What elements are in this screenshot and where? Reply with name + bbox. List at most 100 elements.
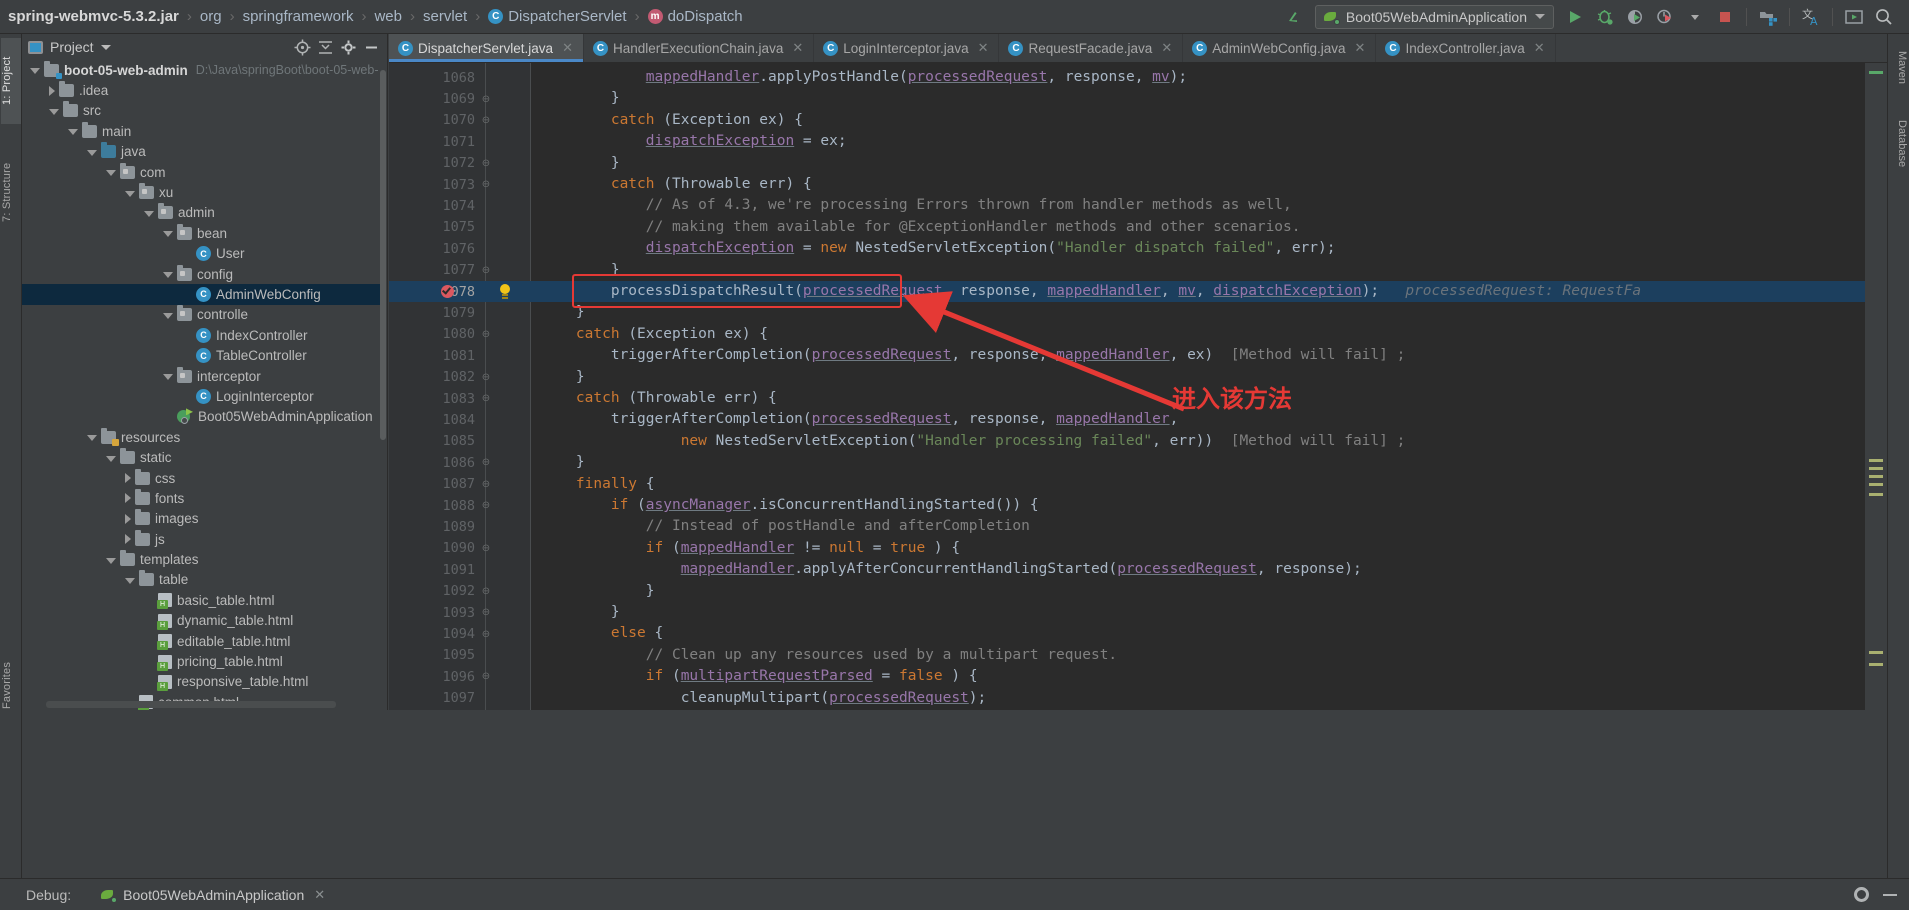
code-line[interactable]: }: [531, 581, 1887, 602]
code-line[interactable]: dispatchException = ex;: [531, 131, 1887, 152]
chevron-down-icon[interactable]: [30, 68, 40, 75]
jump-to-source-icon[interactable]: [1281, 4, 1307, 30]
gutter-row[interactable]: 1070 ⊖: [389, 110, 531, 131]
code-line[interactable]: if (multipartRequestParsed = false ) {: [531, 666, 1887, 687]
tree-node[interactable]: boot-05-web-admin D:\Java\springBoot\boot…: [22, 60, 383, 80]
code-line[interactable]: cleanupMultipart(processedRequest);: [531, 688, 1887, 709]
code-line[interactable]: catch (Exception ex) {: [531, 110, 1887, 131]
code-line[interactable]: if (mappedHandler != null = true ) {: [531, 538, 1887, 559]
run-icon[interactable]: [1562, 4, 1588, 30]
gutter-row[interactable]: 1075: [389, 217, 531, 238]
code-line[interactable]: dispatchException = new NestedServletExc…: [531, 238, 1887, 259]
project-tree-hscrollbar[interactable]: [46, 701, 336, 708]
close-icon[interactable]: ✕: [792, 40, 803, 56]
search-everywhere-icon[interactable]: [1871, 4, 1897, 30]
tree-node[interactable]: responsive_table.html: [22, 672, 383, 692]
locate-icon[interactable]: [292, 37, 312, 57]
tree-node[interactable]: C AdminWebConfig: [22, 284, 383, 305]
tree-node[interactable]: table: [22, 570, 383, 590]
fold-marker[interactable]: ⊖: [480, 671, 492, 682]
run-configuration-selector[interactable]: Boot05WebAdminApplication: [1314, 4, 1554, 29]
gutter-row[interactable]: 1085: [389, 431, 531, 452]
chevron-down-icon[interactable]: [100, 44, 111, 50]
gutter-row[interactable]: 1071: [389, 131, 531, 152]
breadcrumb-item[interactable]: servlet: [423, 8, 467, 25]
gutter-row[interactable]: 1083 ⊖: [389, 388, 531, 409]
chevron-down-icon[interactable]: [125, 577, 135, 584]
gutter-row[interactable]: 1072 ⊖: [389, 153, 531, 174]
collapse-all-icon[interactable]: [315, 37, 335, 57]
fold-marker[interactable]: ⊖: [480, 115, 492, 126]
code-line[interactable]: // making them available for @ExceptionH…: [531, 217, 1887, 238]
tree-node[interactable]: Boot05WebAdminApplication: [22, 407, 383, 427]
editor-tab[interactable]: C RequestFacade.java ✕: [999, 34, 1184, 62]
gutter-row[interactable]: 1091: [389, 559, 531, 580]
tree-node[interactable]: pricing_table.html: [22, 651, 383, 671]
chevron-down-icon[interactable]: [163, 272, 173, 279]
tree-node[interactable]: C User: [22, 244, 383, 264]
fold-marker[interactable]: ⊖: [480, 586, 492, 597]
chevron-down-icon[interactable]: [163, 312, 173, 319]
translate-icon[interactable]: 文 A: [1798, 4, 1824, 30]
code-line[interactable]: }: [531, 153, 1887, 174]
editor-tab[interactable]: C DispatcherServlet.java ✕: [389, 34, 584, 62]
gutter-row[interactable]: 1093 ⊖: [389, 602, 531, 623]
close-icon[interactable]: ✕: [562, 40, 573, 56]
chevron-right-icon[interactable]: [125, 493, 131, 504]
console-icon[interactable]: [1841, 4, 1867, 30]
editor-marker-strip[interactable]: [1865, 63, 1887, 710]
close-icon[interactable]: ✕: [1161, 40, 1172, 56]
editor-tab[interactable]: C LoginInterceptor.java ✕: [814, 34, 1000, 62]
fold-marker[interactable]: ⊖: [480, 479, 492, 490]
chevron-right-icon[interactable]: [125, 513, 131, 524]
chevron-right-icon[interactable]: [125, 473, 131, 483]
tree-node[interactable]: editable_table.html: [22, 631, 383, 651]
tree-node[interactable]: interceptor: [22, 366, 383, 386]
code-line[interactable]: mappedHandler.applyAfterConcurrentHandli…: [531, 559, 1887, 580]
fold-marker[interactable]: ⊖: [480, 329, 492, 340]
fold-marker[interactable]: ⊖: [480, 372, 492, 383]
breadcrumb-item[interactable]: org: [200, 8, 222, 25]
chevron-down-icon[interactable]: [163, 231, 173, 238]
gutter-row[interactable]: 1082 ⊖: [389, 367, 531, 388]
tree-node[interactable]: config: [22, 264, 383, 284]
fold-marker[interactable]: ⊖: [480, 158, 492, 169]
chevron-down-icon[interactable]: [68, 129, 78, 136]
gutter-row[interactable]: 1086 ⊖: [389, 452, 531, 473]
gutter-row[interactable]: 1084: [389, 409, 531, 430]
gutter-row[interactable]: 1088 ⊖: [389, 495, 531, 516]
tree-node[interactable]: C TableController: [22, 345, 383, 365]
chevron-down-icon[interactable]: [87, 435, 97, 442]
tree-node[interactable]: java: [22, 142, 383, 162]
fold-marker[interactable]: ⊖: [480, 543, 492, 554]
code-line[interactable]: new NestedServletException("Handler proc…: [531, 431, 1887, 452]
code-line[interactable]: catch (Exception ex) {: [531, 324, 1887, 345]
chevron-down-icon[interactable]: [106, 557, 116, 564]
code-line[interactable]: mappedHandler.applyPostHandle(processedR…: [531, 67, 1887, 88]
code-line[interactable]: finally {: [531, 474, 1887, 495]
gutter-row[interactable]: 1074: [389, 195, 531, 216]
breadcrumb-item[interactable]: C DispatcherServlet: [488, 8, 627, 25]
gutter-row[interactable]: 1080 ⊖: [389, 324, 531, 345]
chevron-right-icon[interactable]: [125, 534, 131, 545]
chevron-down-icon[interactable]: [1682, 4, 1708, 30]
tree-node[interactable]: com: [22, 162, 383, 182]
code-line[interactable]: triggerAfterCompletion(processedRequest,…: [531, 345, 1887, 366]
editor-tab[interactable]: C AdminWebConfig.java ✕: [1183, 34, 1377, 62]
run-coverage-icon[interactable]: [1622, 4, 1648, 30]
fold-marker[interactable]: ⊖: [480, 500, 492, 511]
tree-node[interactable]: controlle: [22, 305, 383, 325]
code-line[interactable]: }: [531, 302, 1887, 323]
gutter-row[interactable]: 1094 ⊖: [389, 623, 531, 644]
code-line[interactable]: // As of 4.3, we're processing Errors th…: [531, 195, 1887, 216]
chevron-down-icon[interactable]: [106, 170, 116, 177]
gutter-row[interactable]: 1078: [389, 281, 531, 303]
editor-tab[interactable]: C HandlerExecutionChain.java ✕: [584, 34, 815, 62]
project-tree-scrollbar[interactable]: [378, 60, 387, 700]
gutter-row[interactable]: 1096 ⊖: [389, 666, 531, 687]
gutter-row[interactable]: 1079: [389, 302, 531, 323]
code-line[interactable]: // Instead of postHandle and afterComple…: [531, 516, 1887, 537]
debug-icon[interactable]: [1592, 4, 1618, 30]
close-icon[interactable]: ✕: [1355, 40, 1366, 56]
tool-window-tab-project[interactable]: 1: Project: [1, 38, 21, 124]
